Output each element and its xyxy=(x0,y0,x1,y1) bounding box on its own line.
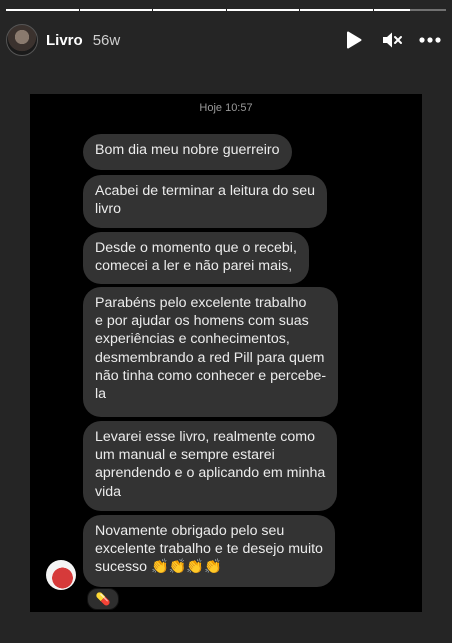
progress-segment xyxy=(226,9,299,11)
more-icon[interactable] xyxy=(418,28,442,52)
story-controls xyxy=(342,28,442,52)
progress-segment xyxy=(153,9,226,11)
message-bubble: Desde o momento que o recebi, comecei a … xyxy=(83,232,309,284)
message-bubble: Novamente obrigado pelo seu excelente tr… xyxy=(83,515,335,587)
chat-screenshot: Hoje 10:57 Bom dia meu nobre guerreiro A… xyxy=(30,94,422,612)
progress-segment xyxy=(300,9,373,11)
play-icon[interactable] xyxy=(342,28,366,52)
speaker-muted-icon[interactable] xyxy=(380,28,404,52)
message-bubble: Acabei de terminar a leitura do seu livr… xyxy=(83,175,328,228)
sender-avatar xyxy=(46,560,76,590)
message-reaction: 💊 xyxy=(87,588,119,610)
story-header: Livro 56w xyxy=(6,22,442,58)
progress-segment xyxy=(79,9,152,11)
story-progress-bar xyxy=(6,9,446,11)
progress-segment-active xyxy=(373,9,446,11)
message-bubble: Bom dia meu nobre guerreiro xyxy=(83,134,292,170)
username[interactable]: Livro xyxy=(46,32,83,49)
timestamp: 56w xyxy=(92,31,121,49)
message-bubble: Parabéns pelo excelente trabalho e por a… xyxy=(83,287,339,417)
progress-segment xyxy=(6,9,79,11)
message-bubble: Levarei esse livro, realmente como um ma… xyxy=(83,421,338,511)
avatar[interactable] xyxy=(6,24,38,56)
chat-date: Hoje 10:57 xyxy=(199,102,253,114)
